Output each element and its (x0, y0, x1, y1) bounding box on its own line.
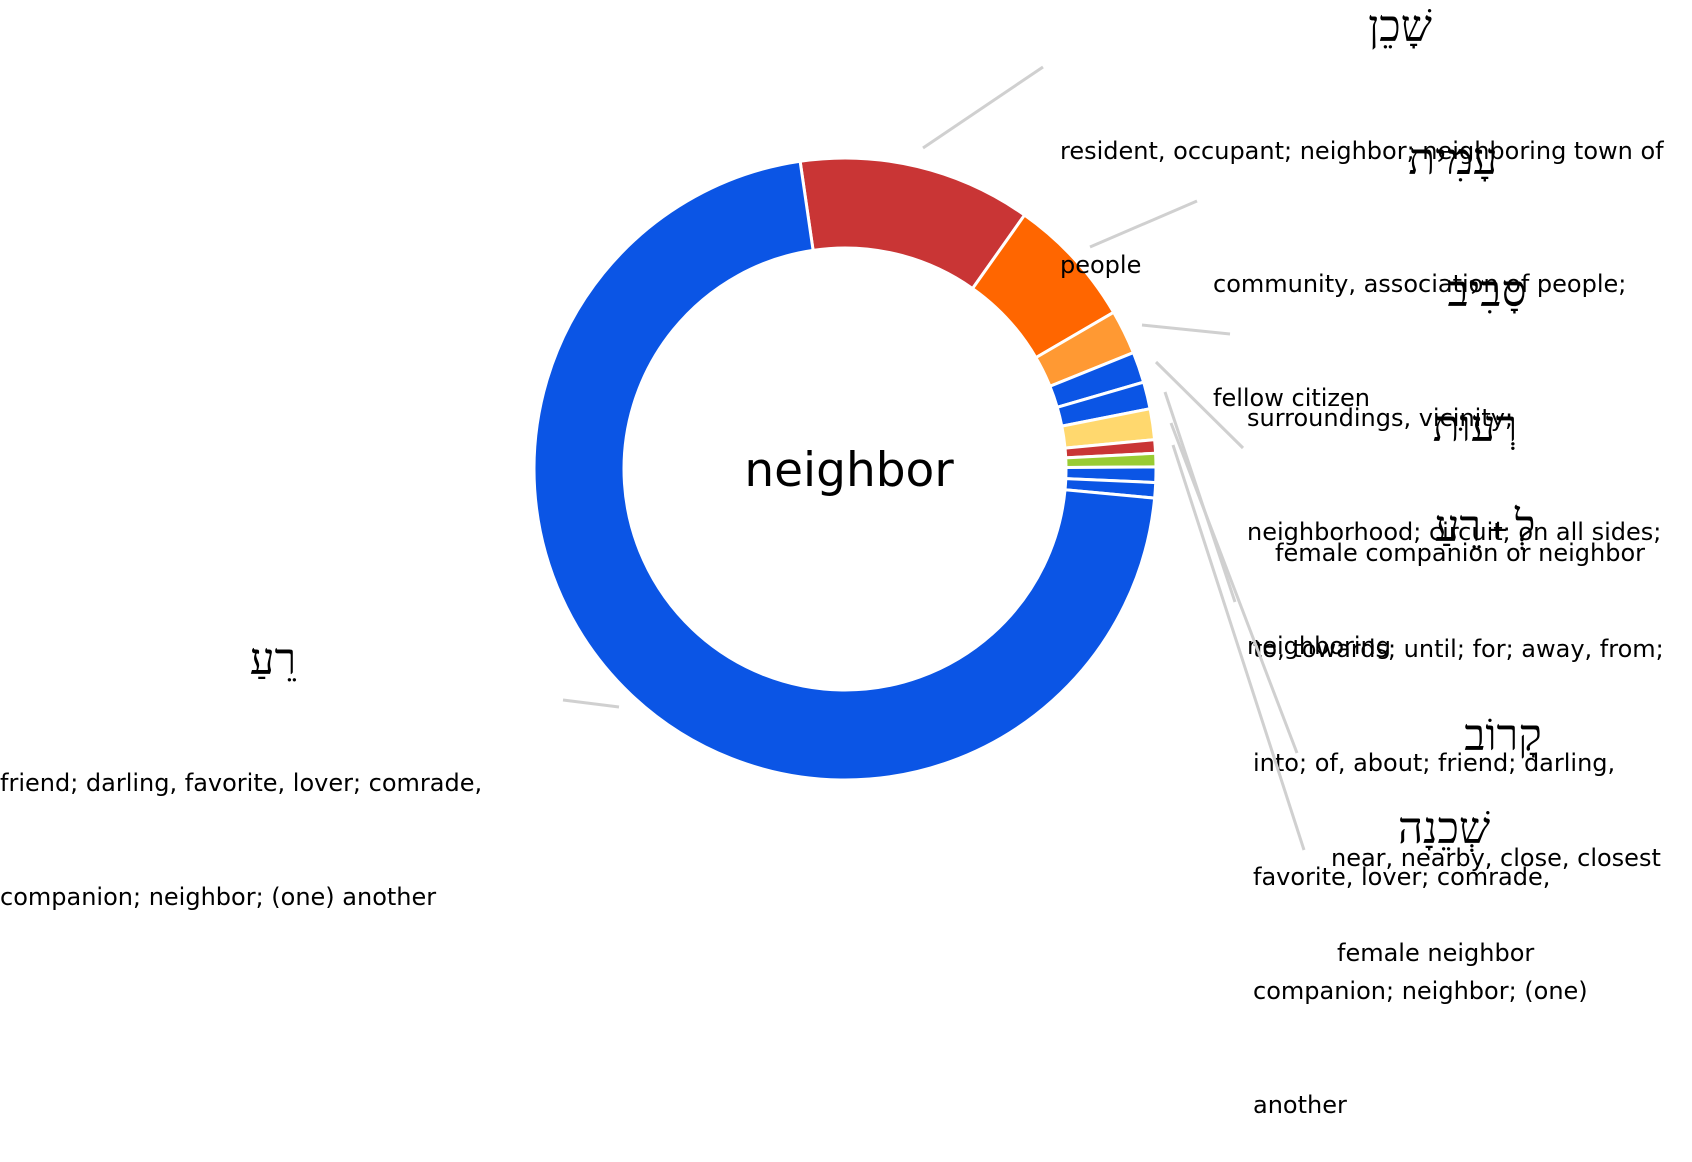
gloss-line: friend; darling, favorite, lover; comrad… (0, 769, 483, 797)
slice-label-gloss-shkhenah: female neighbor (1337, 858, 1534, 1010)
slice-label-hebrew-rea: רֵעַ (249, 634, 297, 685)
gloss-line: another (1253, 1091, 1347, 1119)
gloss-line: companion; neighbor; (one) another (0, 883, 437, 911)
hebrew-part-rea: רֵעַ (1434, 501, 1482, 552)
gloss-line: to, towards; until; for; away, from; (1253, 635, 1664, 663)
gloss-line: community, association of people; (1213, 270, 1627, 298)
slice-label-hebrew-saviv: סָבִיב (1447, 266, 1527, 317)
slice-label-hebrew-karov: קָרוֹב (1464, 710, 1542, 761)
slice-label-hebrew-amit: עָמִית (1408, 134, 1498, 185)
plus-sign: + (1487, 514, 1509, 545)
hebrew-part-le: לְ (1514, 501, 1536, 552)
slice-label-gloss-rea: friend; darling, favorite, lover; comrad… (0, 688, 482, 954)
gloss-line: resident, occupant; neighbor; neighborin… (1060, 137, 1664, 165)
slice-label-hebrew-shkhenah: שְׁכֵנָה (1397, 803, 1491, 854)
slice-label-hebrew-shakhen: שָׁכֵן (1368, 1, 1432, 52)
center-label: neighbor (744, 443, 954, 498)
slice-label-hebrew-le-rea: לְ+רֵעַ (1435, 505, 1536, 549)
slice-label-hebrew-reut: רְעוּת (1432, 401, 1518, 452)
gloss-line: female neighbor (1337, 939, 1535, 967)
